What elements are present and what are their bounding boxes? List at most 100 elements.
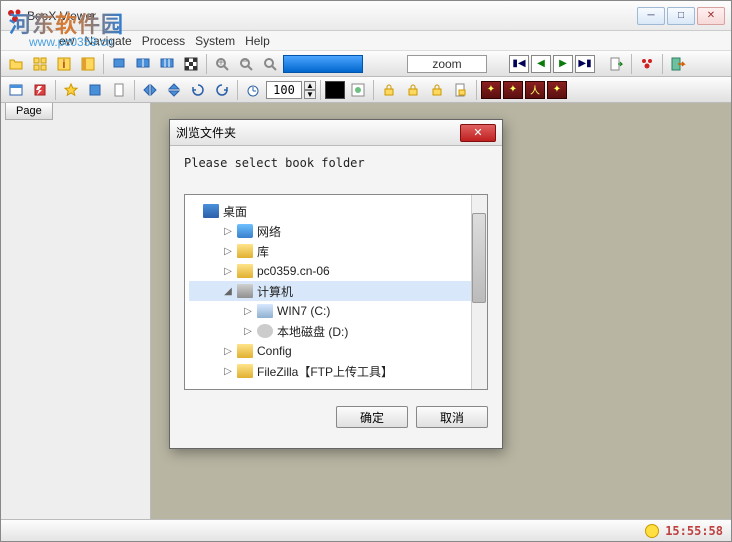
- lock-2-button[interactable]: [402, 79, 424, 101]
- minimize-button[interactable]: ─: [637, 7, 665, 25]
- maximize-button[interactable]: □: [667, 7, 695, 25]
- clock-icon: [645, 524, 659, 538]
- tree-item-network[interactable]: ▷ 网络: [189, 221, 483, 241]
- menu-system[interactable]: System: [195, 34, 235, 48]
- page-button[interactable]: [108, 79, 130, 101]
- tree-scroll-thumb[interactable]: [472, 213, 486, 303]
- svg-text:+: +: [217, 56, 224, 69]
- zoom-field[interactable]: zoom: [407, 55, 487, 73]
- expander-icon[interactable]: ▷: [243, 306, 253, 317]
- ok-button[interactable]: 确定: [336, 406, 408, 428]
- star-button[interactable]: [60, 79, 82, 101]
- folder-tree[interactable]: 桌面 ▷ 网络 ▷ 库 ▷ pc0359.cn-06: [184, 194, 488, 390]
- screen-1-button[interactable]: [108, 53, 130, 75]
- black-swatch[interactable]: [325, 81, 345, 99]
- expander-icon[interactable]: ◢: [223, 286, 233, 297]
- close-button[interactable]: ✕: [697, 7, 725, 25]
- expander-icon[interactable]: ▷: [223, 226, 233, 237]
- expander-icon[interactable]: ▷: [223, 366, 233, 377]
- effect-1-button[interactable]: ✦: [481, 81, 501, 99]
- menu-process[interactable]: Process: [142, 34, 185, 48]
- effect-2-button[interactable]: ✦: [503, 81, 523, 99]
- separator: [134, 80, 135, 100]
- zoom-out-button[interactable]: −: [235, 53, 257, 75]
- lock-3-button[interactable]: [426, 79, 448, 101]
- nav-last-button[interactable]: ▶▮: [575, 55, 595, 73]
- status-time: 15:55:58: [665, 524, 723, 538]
- expander-icon[interactable]: ▷: [223, 246, 233, 257]
- computer-icon: [237, 284, 253, 298]
- checker-button[interactable]: [180, 53, 202, 75]
- tree-scrollbar[interactable]: [471, 195, 487, 389]
- menu-navigate[interactable]: Navigate: [84, 34, 131, 48]
- zoom-in-button[interactable]: +: [211, 53, 233, 75]
- nav-prev-button[interactable]: ◀: [531, 55, 551, 73]
- zoom-fit-button[interactable]: [259, 53, 281, 75]
- rotate-left-button[interactable]: [187, 79, 209, 101]
- paw-button[interactable]: [636, 53, 658, 75]
- picker-button[interactable]: [347, 79, 369, 101]
- tree-label: WIN7 (C:): [277, 304, 330, 318]
- lock-1-button[interactable]: [378, 79, 400, 101]
- panel-button[interactable]: [77, 53, 99, 75]
- dialog-close-button[interactable]: ✕: [460, 124, 496, 142]
- sidebar-tab-page[interactable]: Page: [5, 103, 53, 120]
- thumbnails-button[interactable]: [29, 53, 51, 75]
- tree-label: 库: [257, 243, 269, 260]
- library-icon: [237, 244, 253, 258]
- screen-3-button[interactable]: [156, 53, 178, 75]
- separator: [662, 54, 663, 74]
- thumb-button[interactable]: [84, 79, 106, 101]
- tree-label: 计算机: [257, 283, 293, 300]
- dialog-title: 浏览文件夹: [176, 124, 460, 141]
- svg-text:−: −: [241, 56, 248, 68]
- nav-next-button[interactable]: ▶: [553, 55, 573, 73]
- flip-v-button[interactable]: [163, 79, 185, 101]
- drive-icon: [257, 304, 273, 318]
- rotate-right-button[interactable]: [211, 79, 233, 101]
- tree-item-computer[interactable]: ◢ 计算机: [189, 281, 483, 301]
- toolbar-2: 100 ▲▼ ✦ ✦ 人 ✦: [1, 77, 731, 103]
- screen-2-button[interactable]: [132, 53, 154, 75]
- tree-item-win7[interactable]: ▷ WIN7 (C:): [189, 301, 483, 321]
- cancel-button[interactable]: 取消: [416, 406, 488, 428]
- lock-page-button[interactable]: [450, 79, 472, 101]
- tree-label: 桌面: [223, 203, 247, 220]
- menu-view[interactable]: ew: [59, 34, 74, 48]
- expander-icon[interactable]: ▷: [243, 326, 253, 337]
- tree-item-library[interactable]: ▷ 库: [189, 241, 483, 261]
- menubar: ew Navigate Process System Help: [1, 31, 731, 51]
- color-preview: [283, 55, 363, 73]
- dialog-buttons: 确定 取消: [170, 396, 502, 438]
- app-title: BooX Viewer: [27, 9, 637, 23]
- tree-label: 网络: [257, 223, 281, 240]
- flash-button[interactable]: [29, 79, 51, 101]
- separator: [206, 54, 207, 74]
- flip-h-button[interactable]: [139, 79, 161, 101]
- open-button[interactable]: [5, 53, 27, 75]
- percent-field[interactable]: 100: [266, 81, 302, 99]
- tree-item-filezilla[interactable]: ▷ FileZilla【FTP上传工具】: [189, 361, 483, 381]
- app-icon: [7, 8, 23, 24]
- info-button[interactable]: i: [53, 53, 75, 75]
- percent-spinner[interactable]: ▲▼: [304, 81, 316, 99]
- export-button[interactable]: [605, 53, 627, 75]
- expander-icon[interactable]: ▷: [223, 266, 233, 277]
- separator: [237, 80, 238, 100]
- timer-button[interactable]: [242, 79, 264, 101]
- dialog-titlebar: 浏览文件夹 ✕: [170, 120, 502, 146]
- expander-icon[interactable]: ▷: [223, 346, 233, 357]
- folder-icon: [237, 344, 253, 358]
- window-button[interactable]: [5, 79, 27, 101]
- exit-button[interactable]: [667, 53, 689, 75]
- nav-first-button[interactable]: ▮◀: [509, 55, 529, 73]
- menu-help[interactable]: Help: [245, 34, 270, 48]
- effect-4-button[interactable]: ✦: [547, 81, 567, 99]
- tree-item-desktop[interactable]: 桌面: [189, 201, 483, 221]
- effect-3-button[interactable]: 人: [525, 81, 545, 99]
- folder-icon: [237, 364, 253, 378]
- tree-item-config[interactable]: ▷ Config: [189, 341, 483, 361]
- tree-item-pc[interactable]: ▷ pc0359.cn-06: [189, 261, 483, 281]
- separator: [103, 54, 104, 74]
- tree-item-localdisk[interactable]: ▷ 本地磁盘 (D:): [189, 321, 483, 341]
